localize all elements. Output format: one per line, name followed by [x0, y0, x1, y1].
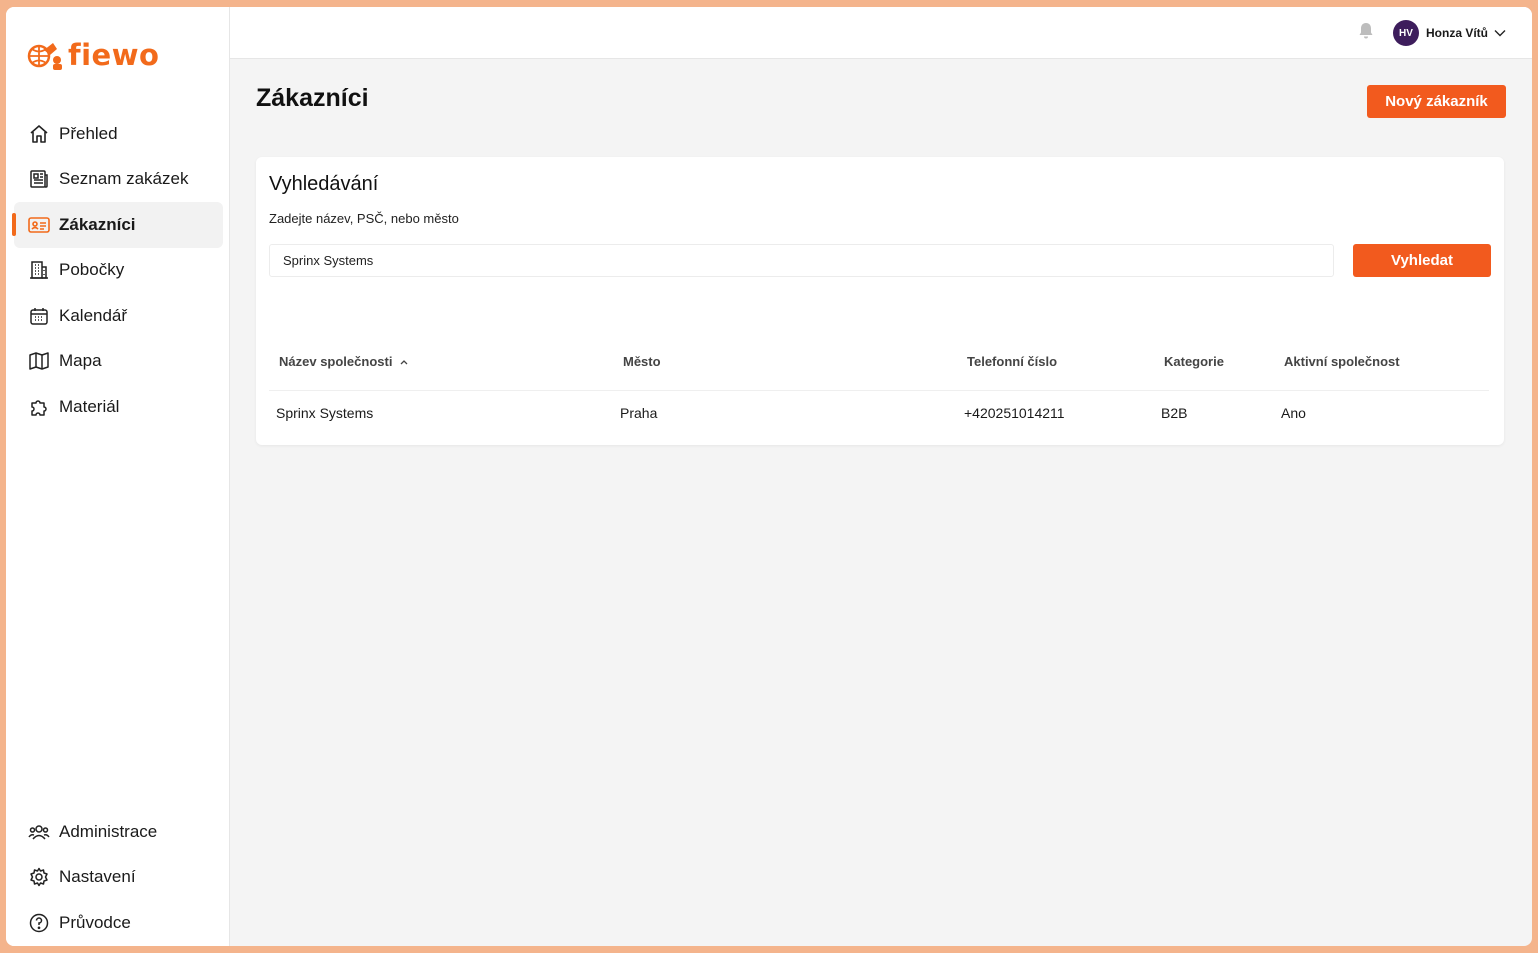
cell-company: Sprinx Systems — [276, 405, 374, 421]
sidebar-item-label: Mapa — [59, 351, 102, 371]
main-content: HV Honza Vítů Zákazníci Nový zákazník Vy… — [230, 7, 1532, 946]
users-icon — [28, 821, 50, 843]
avatar: HV — [1393, 20, 1419, 46]
sidebar-item-label: Nastavení — [59, 867, 136, 887]
calendar-icon — [28, 305, 50, 327]
logo[interactable]: fiewo — [26, 37, 159, 73]
new-customer-button[interactable]: Nový zákazník — [1367, 85, 1506, 118]
table-header: Název společnosti Město Telefonní číslo … — [269, 340, 1489, 391]
gear-icon — [28, 866, 50, 888]
sidebar-bottom-nav: Administrace Nastavení Průvodce — [6, 809, 229, 946]
bell-icon[interactable] — [1358, 22, 1378, 44]
sidebar-item-material[interactable]: Materiál — [14, 384, 223, 430]
id-card-icon — [28, 214, 50, 236]
search-card: Vyhledávání Zadejte název, PSČ, nebo měs… — [256, 157, 1504, 445]
newspaper-icon — [28, 168, 50, 190]
table-row[interactable]: Sprinx Systems Praha +420251014211 B2B A… — [269, 391, 1489, 435]
column-header-category[interactable]: Kategorie — [1164, 354, 1224, 369]
search-button[interactable]: Vyhledat — [1353, 244, 1491, 277]
sidebar-item-label: Zákazníci — [59, 214, 136, 234]
column-header-city[interactable]: Město — [623, 354, 661, 369]
cell-city: Praha — [620, 405, 658, 421]
cell-active: Ano — [1281, 405, 1306, 421]
search-title: Vyhledávání — [269, 173, 379, 195]
cell-category: B2B — [1161, 405, 1188, 421]
sidebar-item-label: Přehled — [59, 123, 118, 143]
app-window: fiewo Přehled Seznam zakázek Zákazníci P… — [6, 7, 1532, 946]
search-hint: Zadejte název, PSČ, nebo město — [269, 211, 459, 226]
sort-ascending-icon — [400, 359, 408, 364]
topbar: HV Honza Vítů — [230, 7, 1532, 59]
sidebar-item-label: Kalendář — [59, 305, 128, 325]
cell-phone: +420251014211 — [964, 405, 1065, 421]
puzzle-icon — [28, 396, 50, 418]
user-menu[interactable]: HV Honza Vítů — [1393, 20, 1506, 46]
sidebar-item-mapa[interactable]: Mapa — [14, 339, 223, 385]
logo-text: fiewo — [68, 38, 160, 72]
building-icon — [28, 259, 50, 281]
help-circle-icon — [28, 912, 50, 934]
sidebar-item-seznam-zakazek[interactable]: Seznam zakázek — [14, 157, 223, 203]
search-input[interactable] — [269, 244, 1334, 277]
sidebar-item-nastaveni[interactable]: Nastavení — [14, 855, 223, 901]
column-header-active[interactable]: Aktivní společnost — [1284, 354, 1400, 369]
sidebar-item-label: Administrace — [59, 821, 158, 841]
sidebar-item-prehled[interactable]: Přehled — [14, 111, 223, 157]
sidebar-item-label: Pobočky — [59, 260, 125, 280]
fiewo-logo-icon — [27, 43, 62, 70]
column-header-phone[interactable]: Telefonní číslo — [967, 354, 1057, 369]
sidebar-item-label: Materiál — [59, 396, 120, 416]
sidebar-item-kalendar[interactable]: Kalendář — [14, 293, 223, 339]
sidebar-nav: Přehled Seznam zakázek Zákazníci Pobočky — [6, 111, 229, 430]
sidebar-item-administrace[interactable]: Administrace — [14, 809, 223, 855]
map-icon — [28, 350, 50, 372]
sidebar: fiewo Přehled Seznam zakázek Zákazníci P… — [6, 7, 230, 946]
user-name: Honza Vítů — [1426, 26, 1488, 40]
sidebar-item-label: Průvodce — [59, 912, 131, 932]
home-icon — [28, 123, 50, 145]
sidebar-item-pobocky[interactable]: Pobočky — [14, 248, 223, 294]
chevron-down-icon — [1494, 24, 1506, 42]
sidebar-item-zakaznici[interactable]: Zákazníci — [12, 202, 223, 248]
page-title: Zákazníci — [256, 84, 369, 112]
sidebar-item-label: Seznam zakázek — [59, 169, 189, 189]
sidebar-item-pruvodce[interactable]: Průvodce — [14, 900, 223, 946]
column-header-company[interactable]: Název společnosti — [279, 354, 408, 369]
